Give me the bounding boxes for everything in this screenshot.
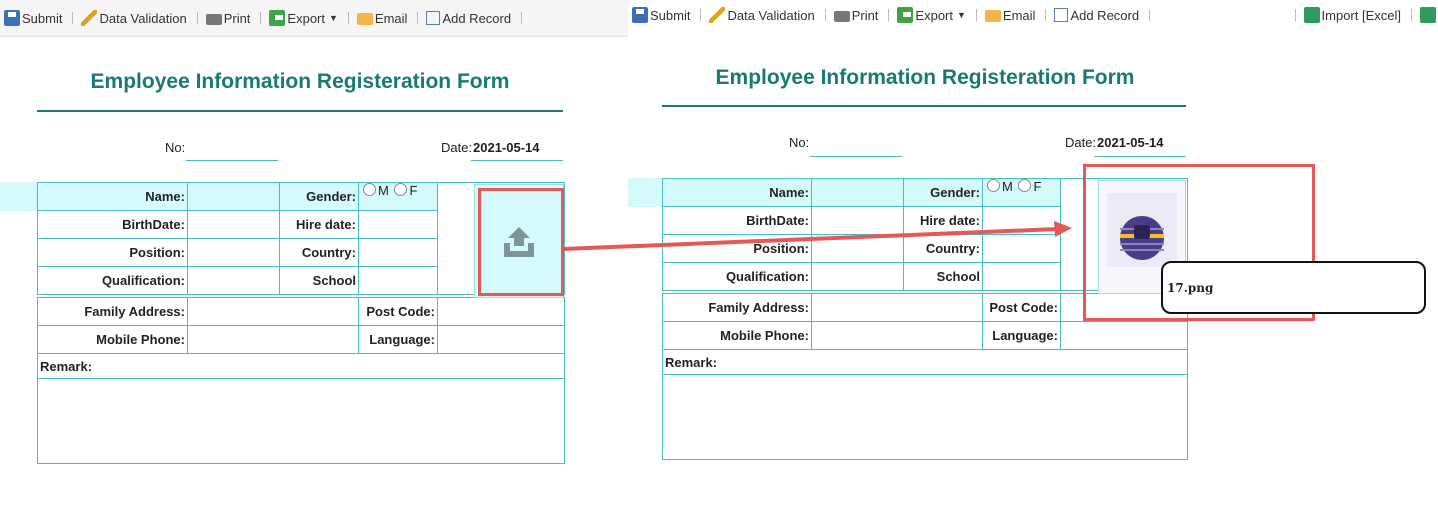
annotation-arrow [562,221,1072,251]
annotation-arrowhead-icon [1054,221,1072,237]
annotation-arrow-line [562,227,1059,251]
